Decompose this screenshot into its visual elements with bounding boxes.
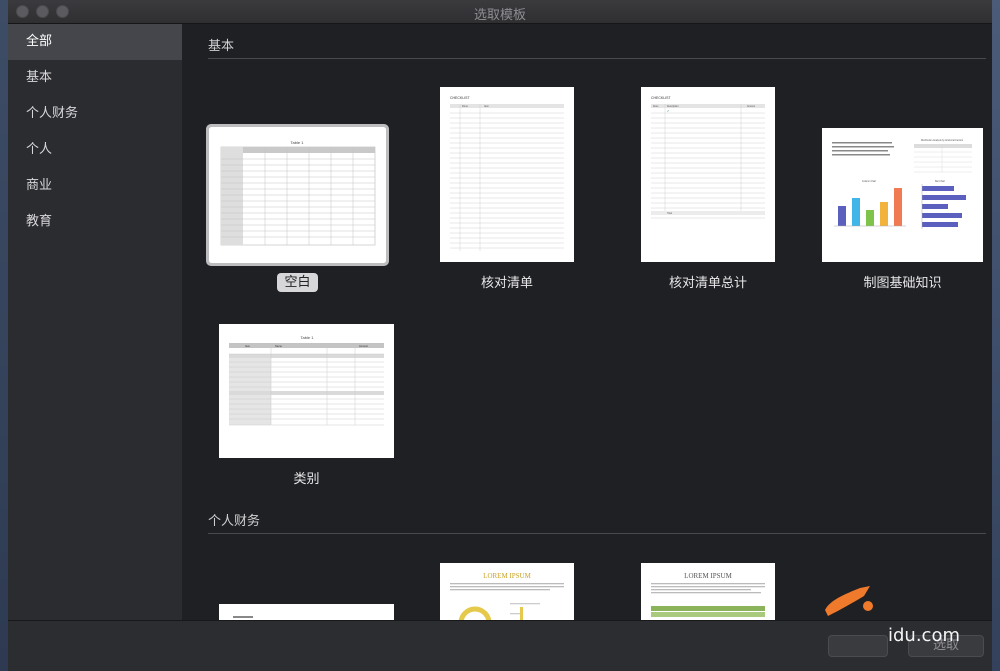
- sidebar-item-business[interactable]: 商业: [8, 168, 182, 204]
- svg-text:Done: Done: [653, 106, 659, 108]
- desktop-background-left: [0, 0, 8, 671]
- svg-text:Distribution Analysis by Arist: Distribution Analysis by Aristocrat Fact…: [921, 139, 964, 142]
- template-checklist-total-label[interactable]: 核对清单总计: [641, 272, 775, 291]
- template-charting-basics-thumbnail[interactable]: Distribution Analysis by Aristocrat Fact…: [822, 128, 983, 262]
- category-sidebar: 全部 基本 个人财务 个人 商业 教育: [8, 24, 182, 620]
- template-category-thumbnail[interactable]: Table 1 Item Name Amount: [219, 324, 394, 458]
- template-category-label[interactable]: 类别: [219, 468, 394, 487]
- svg-text:Item: Item: [245, 344, 250, 348]
- section-title-basic: 基本: [208, 39, 235, 54]
- title-bar: 选取模板: [8, 0, 992, 24]
- svg-text:Total: Total: [667, 212, 672, 215]
- category-preview: Table 1 Item Name Amount: [229, 335, 384, 426]
- window-title: 选取模板: [473, 8, 526, 23]
- template-checklist-total-thumbnail[interactable]: CHECKLIST Done Description Amount ✔ Tota…: [641, 87, 775, 262]
- svg-text:LOREM IPSUM: LOREM IPSUM: [684, 572, 732, 580]
- sidebar-item-personal-finance[interactable]: 个人财务: [8, 96, 182, 132]
- template-gallery: 基本 Table 1 空白 CHECKLIST Done Item 核对清单 C…: [182, 24, 992, 620]
- desktop-background-right: [992, 0, 1000, 671]
- svg-text:Amount: Amount: [359, 344, 368, 348]
- template-checklist-thumbnail[interactable]: CHECKLIST Done Item: [440, 87, 574, 262]
- template-finance-thumbnail-1[interactable]: [219, 604, 394, 620]
- svg-text:Item: Item: [484, 105, 489, 108]
- svg-text:Name: Name: [275, 344, 282, 348]
- blank-table-preview: Table 1: [220, 140, 376, 246]
- template-chooser-window: 选取模板 全部 基本 个人财务 个人 商业 教育 基本 Table 1 空白 C…: [8, 0, 992, 671]
- checklist-total-preview: CHECKLIST Done Description Amount ✔ Tota…: [651, 96, 765, 219]
- watermark-text: idu.com: [888, 625, 960, 646]
- sidebar-item-education[interactable]: 教育: [8, 204, 182, 240]
- sidebar-item-personal[interactable]: 个人: [8, 132, 182, 168]
- section-divider: [208, 58, 986, 59]
- section-divider: [208, 533, 986, 534]
- sidebar-item-all[interactable]: 全部: [8, 24, 182, 60]
- svg-text:Done: Done: [462, 105, 469, 108]
- watermark-paw-icon: [825, 586, 873, 616]
- svg-text:LOREM IPSUM: LOREM IPSUM: [483, 572, 531, 580]
- svg-text:CHECKLIST: CHECKLIST: [651, 96, 672, 100]
- svg-text:Table 1: Table 1: [301, 335, 315, 340]
- template-finance-thumbnail-2[interactable]: LOREM IPSUM: [440, 563, 574, 620]
- template-blank-label[interactable]: 空白: [209, 271, 386, 292]
- svg-text:CHECKLIST: CHECKLIST: [450, 96, 471, 100]
- template-charting-basics-label[interactable]: 制图基础知识: [822, 272, 983, 291]
- blank-table-title: Table 1: [291, 140, 305, 145]
- charting-basics-preview: Distribution Analysis by Aristocrat Fact…: [832, 139, 972, 229]
- sidebar-item-basic[interactable]: 基本: [8, 60, 182, 96]
- section-title-personal-finance: 个人财务: [208, 514, 261, 529]
- bottom-toolbar: 选取: [8, 620, 992, 671]
- svg-text:✔: ✔: [667, 109, 670, 113]
- svg-text:Description: Description: [667, 105, 679, 108]
- template-blank-thumbnail[interactable]: Table 1: [206, 124, 389, 266]
- svg-text:Amount: Amount: [747, 105, 755, 108]
- svg-text:Bar Chart: Bar Chart: [935, 180, 945, 183]
- cancel-button[interactable]: [828, 635, 888, 657]
- template-checklist-label[interactable]: 核对清单: [440, 272, 574, 291]
- svg-text:Column Chart: Column Chart: [862, 180, 877, 183]
- template-finance-thumbnail-3[interactable]: LOREM IPSUM: [641, 563, 775, 620]
- checklist-preview: CHECKLIST Done Item: [450, 96, 564, 251]
